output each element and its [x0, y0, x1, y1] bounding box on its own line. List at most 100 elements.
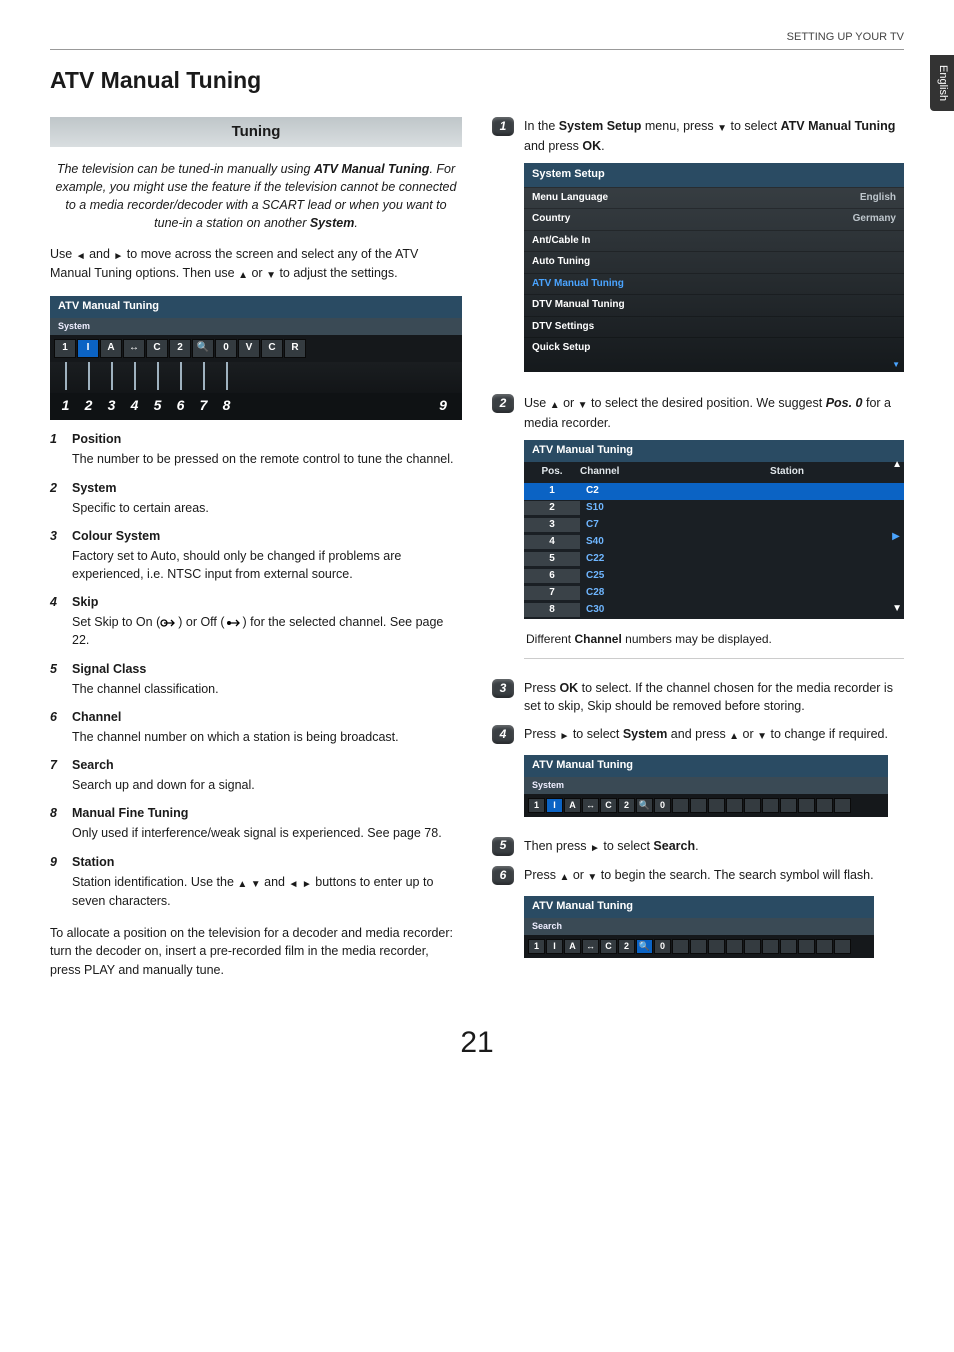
- scroll-down-icon: ▼: [892, 602, 902, 617]
- table-row: 8C30: [524, 602, 904, 619]
- step-5: 5 Then press to select Search.: [492, 837, 904, 857]
- seg-cell: ↔: [582, 939, 599, 954]
- seg-cell: [780, 798, 797, 813]
- menu-row: DTV Settings: [524, 316, 904, 338]
- panel-subtitle: Search: [524, 918, 874, 935]
- usage-text: Use and to move across the screen and se…: [50, 245, 462, 284]
- definition-item: 3Colour SystemFactory set to Auto, shoul…: [50, 527, 462, 583]
- seg-cell: A: [564, 798, 581, 813]
- seg-cell: [708, 939, 725, 954]
- step-badge: 1: [492, 117, 514, 136]
- seg-cell: 1: [528, 939, 545, 954]
- seg-cell: [816, 798, 833, 813]
- definition-item: 4SkipSet Skip to On () or Off () for the…: [50, 593, 462, 649]
- seg-cell: C: [146, 339, 168, 358]
- seg-cell: V: [238, 339, 260, 358]
- table-row: 3C7: [524, 517, 904, 534]
- seg-cell: [708, 798, 725, 813]
- seg-cell: [780, 939, 797, 954]
- down-arrow-icon: [757, 726, 767, 745]
- system-setup-menu: System Setup Menu LanguageEnglishCountry…: [524, 163, 904, 373]
- step-badge: 5: [492, 837, 514, 856]
- col-pos: Pos.: [524, 465, 580, 480]
- seg-cell: I: [77, 339, 99, 358]
- step-2: 2 Use or to select the desired position.…: [492, 394, 904, 668]
- channel-table: ATV Manual Tuning Pos. Channel Station 1…: [524, 440, 904, 618]
- language-tab: English: [930, 55, 954, 111]
- menu-row: Auto Tuning: [524, 251, 904, 273]
- menu-row: CountryGermany: [524, 208, 904, 230]
- seg-cell: 0: [654, 798, 671, 813]
- col-channel: Channel: [580, 465, 670, 480]
- menu-row: Ant/Cable In: [524, 230, 904, 252]
- seg-cell: 🔍: [636, 939, 653, 954]
- menu-row: Menu LanguageEnglish: [524, 187, 904, 209]
- seg-cell: 2: [618, 939, 635, 954]
- seg-cell: R: [284, 339, 306, 358]
- skip-on-icon: [160, 615, 178, 629]
- up-arrow-icon: [238, 265, 248, 284]
- step-badge: 6: [492, 866, 514, 885]
- diagram-title: ATV Manual Tuning: [50, 296, 462, 318]
- right-arrow-icon: [559, 726, 569, 745]
- seg-cell: A: [100, 339, 122, 358]
- right-arrow-icon: [113, 246, 123, 265]
- seg-cell: 2: [618, 798, 635, 813]
- seg-cell: 🔍: [192, 339, 214, 358]
- up-arrow-icon: [729, 726, 739, 745]
- section-heading-tuning: Tuning: [50, 117, 462, 147]
- seg-cell: C: [261, 339, 283, 358]
- page-number: 21: [50, 1021, 904, 1065]
- seg-cell: 0: [215, 339, 237, 358]
- seg-cell: ↔: [123, 339, 145, 358]
- menu-row: DTV Manual Tuning: [524, 294, 904, 316]
- seg-cell: A: [564, 939, 581, 954]
- definition-item: 5Signal ClassThe channel classification.: [50, 660, 462, 698]
- panel-subtitle: System: [524, 777, 888, 794]
- seg-cell: [690, 939, 707, 954]
- seg-cell: [834, 798, 851, 813]
- step-badge: 2: [492, 394, 514, 413]
- table-row: 7C28: [524, 585, 904, 602]
- system-panel: ATV Manual Tuning System 1IA↔C2🔍0: [524, 755, 888, 817]
- seg-cell: [762, 939, 779, 954]
- menu-row: ATV Manual Tuning: [524, 273, 904, 295]
- step-6: 6 Press or to begin the search. The sear…: [492, 866, 904, 967]
- table-row: 1C2: [524, 483, 904, 500]
- seg-cell: [672, 939, 689, 954]
- left-arrow-icon: [76, 246, 86, 265]
- step-1: 1 In the System Setup menu, press to sel…: [492, 117, 904, 384]
- definition-item: 8Manual Fine TuningOnly used if interfer…: [50, 804, 462, 842]
- right-arrow-icon: [590, 838, 600, 857]
- diagram-subtitle: System: [50, 318, 462, 335]
- definition-item: 1PositionThe number to be pressed on the…: [50, 430, 462, 468]
- seg-cell: [762, 798, 779, 813]
- step-badge: 4: [492, 725, 514, 744]
- seg-cell: [726, 939, 743, 954]
- definition-item: 2SystemSpecific to certain areas.: [50, 479, 462, 517]
- seg-cell: [798, 939, 815, 954]
- panel-title: ATV Manual Tuning: [524, 755, 888, 777]
- scroll-down-icon: ▼: [524, 359, 904, 373]
- atv-tuning-diagram: ATV Manual Tuning System 1IA↔C2🔍0VCR 123…: [50, 296, 462, 420]
- seg-cell: 🔍: [636, 798, 653, 813]
- seg-cell: 1: [54, 339, 76, 358]
- step-4: 4 Press to select System and press or to…: [492, 725, 904, 826]
- seg-cell: [834, 939, 851, 954]
- seg-cell: [744, 798, 761, 813]
- menu-row: Quick Setup: [524, 337, 904, 359]
- table-row: 5C22: [524, 551, 904, 568]
- step-3: 3 Press OK to select. If the channel cho…: [492, 679, 904, 715]
- seg-cell: 0: [654, 939, 671, 954]
- definition-item: 9StationStation identification. Use the …: [50, 853, 462, 911]
- seg-cell: ↔: [582, 798, 599, 813]
- definition-item: 7SearchSearch up and down for a signal.: [50, 756, 462, 794]
- col-station: Station: [670, 465, 904, 480]
- seg-cell: [744, 939, 761, 954]
- scroll-up-icon: ▲: [892, 458, 902, 473]
- seg-cell: C: [600, 939, 617, 954]
- footer-paragraph: To allocate a position on the television…: [50, 924, 462, 978]
- seg-cell: I: [546, 939, 563, 954]
- up-arrow-icon: [550, 395, 560, 414]
- seg-cell: 1: [528, 798, 545, 813]
